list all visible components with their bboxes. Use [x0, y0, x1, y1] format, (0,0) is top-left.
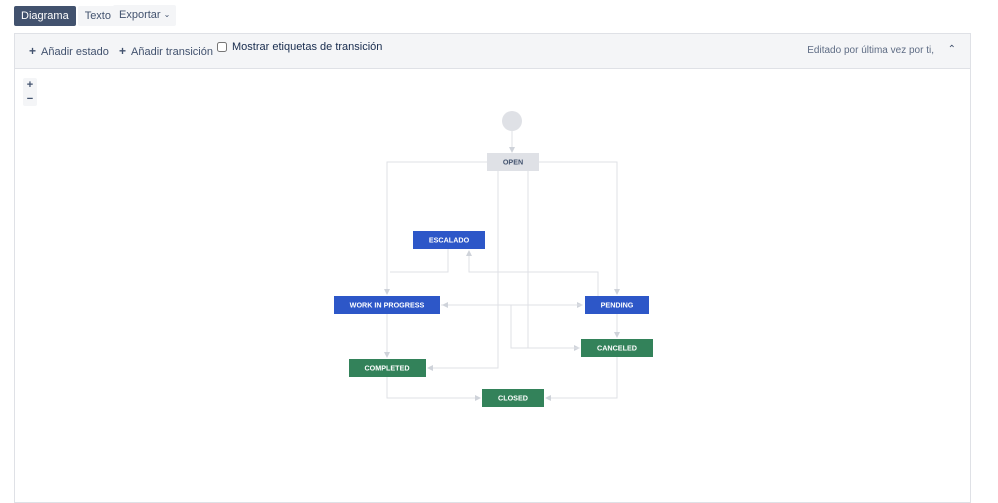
state-label: ESCALADO — [429, 236, 470, 245]
edge-open-canceled — [527, 171, 580, 351]
edge-wip-canceled — [510, 305, 579, 349]
state-canceled[interactable]: CANCELED — [581, 339, 653, 357]
start-node[interactable] — [502, 111, 522, 131]
edge-completed-closed — [386, 377, 481, 401]
transitions — [384, 131, 620, 401]
state-label: CLOSED — [498, 394, 528, 403]
state-closed[interactable]: CLOSED — [482, 389, 544, 407]
state-label: WORK IN PROGRESS — [350, 301, 425, 310]
edge-pending-escalado — [466, 250, 599, 297]
state-escalado[interactable]: ESCALADO — [413, 231, 485, 249]
state-label: CANCELED — [597, 344, 637, 353]
state-open[interactable]: OPEN — [487, 153, 539, 171]
state-completed[interactable]: COMPLETED — [349, 359, 426, 377]
state-pending[interactable]: PENDING — [585, 296, 649, 314]
state-label: COMPLETED — [364, 364, 409, 373]
state-label: OPEN — [503, 158, 523, 167]
state-work-in-progress[interactable]: WORK IN PROGRESS — [334, 296, 440, 314]
workflow-diagram: OPEN ESCALADO WORK IN PROGRESS PENDING C… — [334, 111, 653, 407]
edge-open-pending — [539, 161, 620, 295]
edge-open-completed — [427, 171, 499, 371]
edge-canceled-closed — [545, 357, 618, 401]
edge-open-wip — [384, 161, 487, 295]
edge-escalado-wip — [390, 249, 449, 273]
state-label: PENDING — [601, 301, 634, 310]
